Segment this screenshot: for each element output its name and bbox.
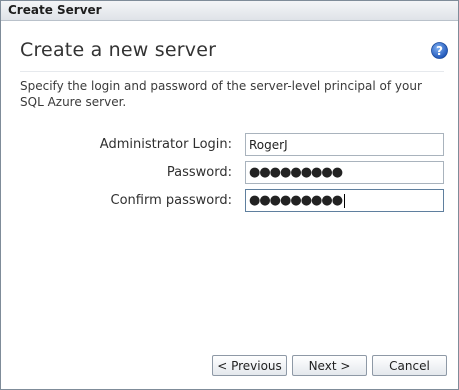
confirm-password-label: Confirm password:: [110, 193, 232, 208]
confirm-password-value: ●●●●●●●●●: [249, 193, 343, 208]
confirm-password-input[interactable]: ●●●●●●●●●: [245, 189, 444, 212]
password-label: Password:: [166, 165, 232, 180]
window-title: Create Server: [8, 3, 102, 17]
password-value: ●●●●●●●●●: [249, 165, 343, 180]
svg-text:?: ?: [436, 44, 443, 58]
page-title: Create a new server: [20, 39, 217, 61]
admin-login-label: Administrator Login:: [99, 137, 232, 152]
title-bar: Create Server: [1, 1, 458, 21]
admin-login-input[interactable]: RogerJ: [245, 133, 444, 156]
divider: [20, 71, 444, 72]
description-text: Specify the login and password of the se…: [20, 79, 422, 109]
password-input[interactable]: ●●●●●●●●●: [245, 161, 444, 184]
next-button[interactable]: Next >: [292, 355, 367, 376]
admin-login-value: RogerJ: [249, 137, 288, 152]
cancel-button[interactable]: Cancel: [372, 355, 447, 376]
create-server-dialog: Create Server Create a new server ? Spec…: [0, 0, 459, 390]
previous-button[interactable]: < Previous: [212, 355, 287, 376]
text-caret: [344, 193, 346, 208]
help-question-icon[interactable]: ?: [431, 42, 448, 59]
